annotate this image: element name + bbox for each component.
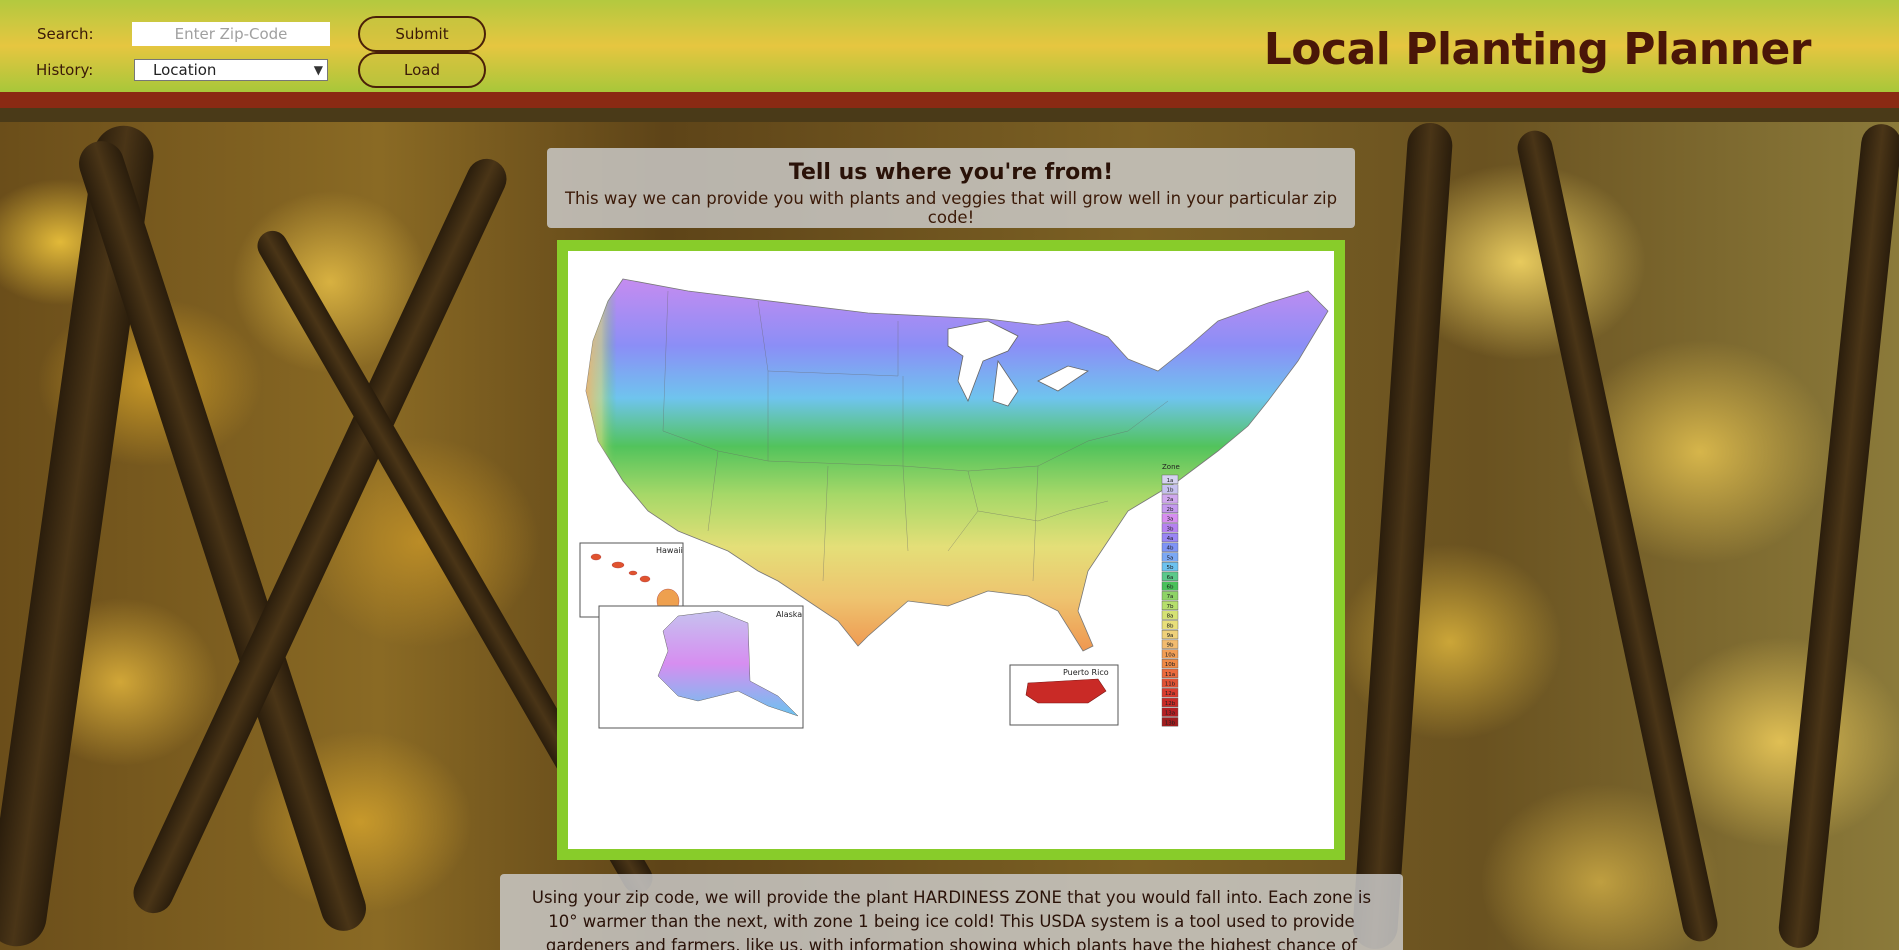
legend-label-13b: 13b	[1165, 720, 1176, 726]
legend-label-6a: 6a	[1167, 575, 1174, 581]
legend-label-3a: 3a	[1167, 517, 1174, 523]
legend-label-9a: 9a	[1167, 633, 1174, 639]
top-header: Search: History: Location ▼ Submit Load …	[0, 0, 1899, 108]
legend-label-7a: 7a	[1167, 594, 1174, 600]
legend-label-8a: 8a	[1167, 614, 1174, 620]
info-box: Using your zip code, we will provide the…	[500, 874, 1403, 950]
app-title: Local Planting Planner	[1263, 24, 1812, 75]
legend-label-1b: 1b	[1167, 488, 1174, 494]
intro-heading: Tell us where you're from!	[788, 160, 1114, 185]
alaska-label: Alaska	[776, 610, 802, 619]
legend-label-4b: 4b	[1167, 546, 1174, 552]
legend-label-4a: 4a	[1167, 536, 1174, 542]
hardiness-zone-map: Hawaii Alaska Puerto Rico Zone 1a 1b 2a 2b 3…	[557, 240, 1345, 860]
legend-label-10b: 10b	[1165, 662, 1176, 668]
legend-label-5a: 5a	[1167, 555, 1174, 561]
history-select[interactable]: Location ▼	[134, 59, 328, 81]
legend-label-10a: 10a	[1165, 652, 1175, 658]
intro-box: Tell us where you're from! This way we c…	[547, 148, 1355, 228]
legend-label-7b: 7b	[1167, 604, 1174, 610]
history-selected-value: Location	[153, 61, 217, 79]
puerto-rico-label: Puerto Rico	[1063, 668, 1109, 677]
legend-label-12b: 12b	[1165, 701, 1176, 707]
load-button[interactable]: Load	[358, 52, 486, 88]
legend-label-8b: 8b	[1167, 623, 1174, 629]
legend-label-1a: 1a	[1167, 478, 1174, 484]
legend-label-5b: 5b	[1167, 565, 1174, 571]
history-label: History:	[36, 61, 94, 79]
zone-legend: 1a 1b 2a 2b 3a 3b 4a 4b 5a 5b 6a 6b 7a 7b 8a 8b 9a 9b 10a 1…	[1161, 474, 1179, 727]
legend-label-11b: 11b	[1165, 682, 1176, 688]
legend-label-2a: 2a	[1167, 497, 1174, 503]
legend-label-2b: 2b	[1167, 507, 1174, 513]
intro-subtext: This way we can provide you with plants …	[564, 189, 1338, 227]
search-label: Search:	[37, 25, 94, 43]
usda-map-image: Hawaii Alaska Puerto Rico Zone 1a 1b 2a 2b 3…	[579, 278, 1329, 729]
legend-title: Zone	[1162, 463, 1180, 471]
legend-label-11a: 11a	[1165, 672, 1175, 678]
submit-button[interactable]: Submit	[358, 16, 486, 52]
chevron-down-icon: ▼	[313, 63, 323, 77]
legend-label-3b: 3b	[1167, 526, 1174, 532]
hawaii-label: Hawaii	[656, 546, 683, 555]
legend-label-12a: 12a	[1165, 691, 1175, 697]
zip-code-input[interactable]	[132, 22, 330, 46]
legend-label-9b: 9b	[1167, 643, 1174, 649]
info-text: Using your zip code, we will provide the…	[531, 888, 1372, 950]
legend-label-6b: 6b	[1167, 585, 1174, 591]
legend-label-13a: 13a	[1165, 711, 1175, 717]
